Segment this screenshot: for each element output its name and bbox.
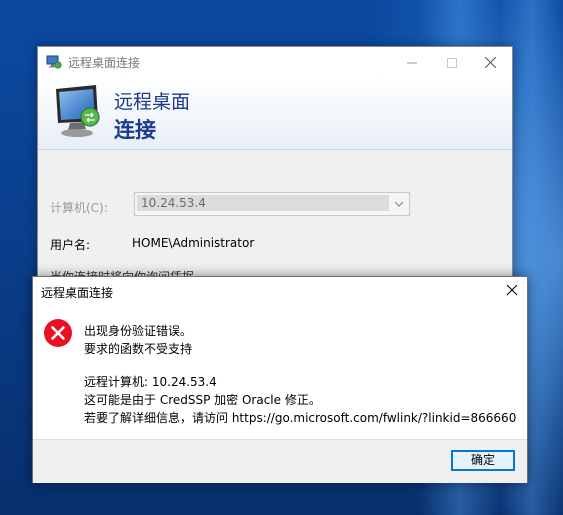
ok-button[interactable]: 确定 (451, 450, 515, 471)
close-icon (506, 284, 518, 296)
dialog-footer: 确定 (33, 439, 527, 483)
window-title: 远程桌面连接 (68, 56, 141, 70)
monitor-icon (56, 85, 100, 137)
error-icon (44, 319, 72, 347)
dialog-close-button[interactable] (497, 277, 527, 305)
banner-subtitle: 连接 (114, 118, 156, 142)
banner-title: 远程桌面 (114, 91, 191, 113)
computer-label: 计算机(C): (50, 201, 108, 215)
window-titlebar[interactable]: 远程桌面连接 (38, 47, 512, 77)
chevron-down-icon (394, 201, 404, 207)
username-label: 用户名: (50, 238, 91, 252)
credssp-detail: 这可能是由于 CredSSP 加密 Oracle 修正。 (84, 393, 321, 407)
computer-combobox[interactable]: 10.24.53.4 (134, 192, 410, 216)
close-icon (484, 56, 496, 69)
more-info-link-text: 若要了解详细信息，请访问 https://go.microsoft.com/fw… (84, 411, 517, 425)
minimize-button[interactable] (392, 47, 432, 77)
error-dialog: 远程桌面连接 出现身份验证错误。 要求的函数不受支持 远程计算机: 10.24.… (32, 276, 528, 483)
error-message: 出现身份验证错误。 (84, 324, 193, 338)
remote-computer-detail: 远程计算机: 10.24.53.4 (84, 375, 217, 389)
minimize-icon (407, 62, 417, 63)
maximize-icon (447, 57, 457, 68)
dropdown-button[interactable] (389, 193, 409, 215)
computer-input[interactable]: 10.24.53.4 (137, 195, 389, 211)
maximize-button[interactable] (432, 47, 472, 77)
window-banner: 远程桌面 连接 (38, 77, 512, 150)
error-reason: 要求的函数不受支持 (84, 342, 193, 356)
remote-desktop-icon (46, 55, 62, 69)
close-button[interactable] (470, 47, 510, 77)
username-value: HOME\Administrator (132, 236, 255, 250)
dialog-title: 远程桌面连接 (41, 286, 114, 300)
